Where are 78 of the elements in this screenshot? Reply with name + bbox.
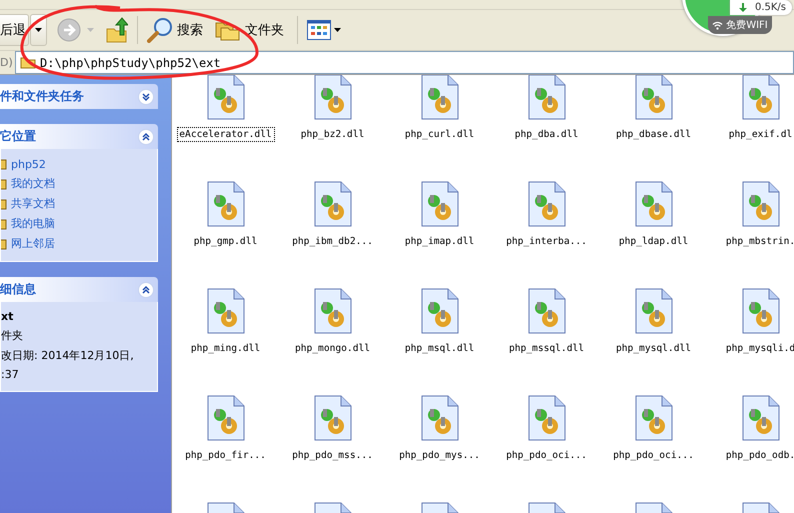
file-name[interactable]: php_gmp.dll <box>192 234 258 249</box>
modified-time: :37 <box>1 368 20 381</box>
folder-icon <box>1 157 7 171</box>
dll-file-icon[interactable] <box>314 395 352 441</box>
panel-header[interactable]: 它位置 <box>0 124 158 149</box>
file-name[interactable]: php_mbstrin. <box>724 234 794 249</box>
file-name[interactable]: php_interba... <box>505 234 588 249</box>
file-name[interactable]: php_ming.dll <box>190 341 262 356</box>
place-link[interactable]: php52 <box>11 158 46 170</box>
views-icon <box>307 20 341 40</box>
panel-header[interactable]: 件和文件夹任务 <box>0 84 158 109</box>
back-button[interactable]: 后退 <box>0 14 29 46</box>
dll-file-icon[interactable] <box>206 395 244 441</box>
file-name[interactable]: php_pdo_odb. <box>724 448 794 463</box>
dll-file-icon[interactable] <box>314 288 352 334</box>
dll-file-icon[interactable] <box>742 288 780 334</box>
speed-pill: 0.5K/s <box>730 0 792 15</box>
dll-file-icon[interactable] <box>634 75 672 120</box>
dll-file-icon[interactable] <box>528 75 566 120</box>
dll-file-icon[interactable] <box>528 181 566 227</box>
file-name[interactable]: php_mongo.dll <box>294 341 372 356</box>
file-name[interactable]: php_mysql.dll <box>614 341 692 356</box>
dll-file-icon[interactable] <box>634 395 672 441</box>
place-link[interactable]: 我的电脑 <box>11 216 55 231</box>
wifi-button[interactable]: 免费WIFI <box>708 16 772 34</box>
item-name: xt <box>1 310 14 323</box>
file-name[interactable]: php_ibm_db2... <box>291 234 374 249</box>
file-name[interactable]: php_mssql.dll <box>508 341 586 356</box>
dll-file-icon[interactable] <box>634 181 672 227</box>
dll-file-icon[interactable] <box>742 181 780 227</box>
folder-icon <box>1 196 7 210</box>
dll-file-icon[interactable] <box>314 75 352 120</box>
address-field[interactable]: D:\php\phpStudy\php52\ext <box>15 51 794 74</box>
download-arrow-icon <box>738 3 747 12</box>
search-button[interactable]: 搜索 <box>143 13 207 47</box>
file-name[interactable]: php_exif.dl <box>728 127 794 142</box>
file-name[interactable]: php_msql.dll <box>404 341 476 356</box>
file-name[interactable]: php_dbase.dll <box>614 127 692 142</box>
dll-file-icon[interactable] <box>742 395 780 441</box>
dll-file-icon[interactable] <box>420 181 458 227</box>
file-name[interactable]: php_pdo_oci... <box>505 448 588 463</box>
modified-date: 改日期: 2014年12月10日, <box>1 348 135 363</box>
file-name[interactable]: php_pdo_mys... <box>398 448 481 463</box>
folder-icon <box>1 216 7 230</box>
file-name[interactable]: php_dba.dll <box>514 127 580 142</box>
folder-icon <box>1 176 7 190</box>
file-name[interactable]: eAccelerator.dll <box>176 127 274 142</box>
address-label: D) <box>0 56 14 69</box>
file-name[interactable]: php_curl.dll <box>404 127 476 142</box>
file-name[interactable]: php_bz2.dll <box>300 127 366 142</box>
file-name[interactable]: php_mysqli.d <box>724 341 794 356</box>
caret-icon <box>35 28 42 32</box>
file-name[interactable]: php_ldap.dll <box>618 234 690 249</box>
wifi-icon <box>712 20 724 30</box>
folder-up-arrow-icon <box>106 17 128 43</box>
dll-file-icon[interactable] <box>420 288 458 334</box>
item-type: 件夹 <box>1 328 24 343</box>
caret-icon <box>87 28 94 32</box>
place-link[interactable]: 我的文档 <box>11 176 55 191</box>
file-name[interactable]: php_pdo_oci... <box>612 448 695 463</box>
dll-file-icon[interactable] <box>314 181 352 227</box>
place-link[interactable]: 共享文档 <box>11 196 55 211</box>
dll-file-icon[interactable] <box>206 75 244 120</box>
panel-header[interactable]: 细信息 <box>0 277 158 302</box>
dll-file-icon[interactable] <box>528 395 566 441</box>
file-name[interactable]: php_pdo_mss... <box>291 448 374 463</box>
dll-file-icon[interactable] <box>206 181 244 227</box>
file-name[interactable]: php_pdo_fir... <box>184 448 267 463</box>
search-icon <box>147 17 173 43</box>
dll-file-icon[interactable] <box>634 288 672 334</box>
dll-file-icon[interactable] <box>420 395 458 441</box>
folder-icon <box>1 236 7 250</box>
place-link[interactable]: 网上邻居 <box>11 236 55 251</box>
dll-file-icon[interactable] <box>420 75 458 120</box>
dll-file-icon[interactable] <box>206 288 244 334</box>
file-name[interactable]: php_imap.dll <box>404 234 476 249</box>
dll-file-icon[interactable] <box>528 288 566 334</box>
dll-file-icon[interactable] <box>742 75 780 120</box>
